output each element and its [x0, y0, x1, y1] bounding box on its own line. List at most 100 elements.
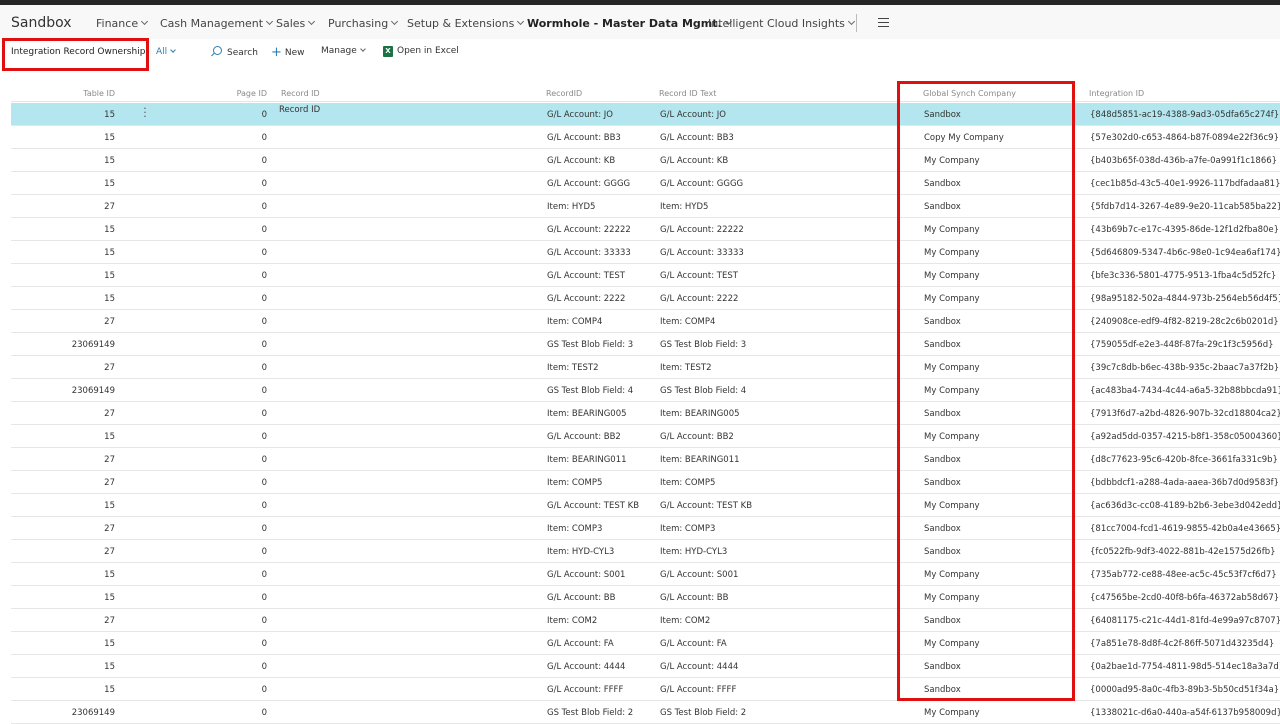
cell-table-id[interactable]: 27: [11, 363, 115, 373]
table-row[interactable]: 27 0 Item: HYD-CYL3 Item: HYD-CYL3 Sandbox {f…: [11, 540, 1280, 563]
column-header-record-id[interactable]: Record ID: [281, 89, 320, 98]
cell-page-id[interactable]: 0: [211, 524, 267, 534]
cell-integration-id[interactable]: {0a2bae1d-7754-4811-98d5-514ec18a3a7d}: [1090, 662, 1280, 672]
cell-recordid[interactable]: GS Test Blob Field: 2: [547, 708, 633, 718]
nav-item-intelligent-cloud-insights[interactable]: Intelligent Cloud Insights: [708, 17, 855, 30]
cell-table-id[interactable]: 15: [11, 156, 115, 166]
table-row[interactable]: 15 0 G/L Account: JO G/L Account: JO Sandbox…: [11, 103, 1280, 126]
cell-integration-id[interactable]: {0000ad95-8a0c-4fb3-89b3-5b50cd51f34a}: [1090, 685, 1279, 695]
cell-integration-id[interactable]: {848d5851-ac19-4388-9ad3-05dfa65c274f}: [1090, 110, 1279, 120]
table-row[interactable]: 15 0 G/L Account: GGGG G/L Account: GGGG San…: [11, 172, 1280, 195]
cell-record-id-text[interactable]: GS Test Blob Field: 2: [660, 708, 746, 718]
cell-recordid[interactable]: Item: HYD-CYL3: [547, 547, 614, 557]
table-row[interactable]: 15 0 G/L Account: BB G/L Account: BB My Comp…: [11, 586, 1280, 609]
cell-record-id-text[interactable]: Item: BEARING011: [660, 455, 740, 465]
cell-table-id[interactable]: 15: [11, 110, 115, 120]
cell-record-id-text[interactable]: G/L Account: FFFF: [660, 685, 736, 695]
cell-table-id[interactable]: 27: [11, 616, 115, 626]
cell-page-id[interactable]: 0: [211, 685, 267, 695]
cell-integration-id[interactable]: {64081175-c21c-44d1-81fd-4e99a97c8707}: [1090, 616, 1280, 626]
cell-integration-id[interactable]: {57e302d0-c653-4864-b87f-0894e22f36c9}: [1090, 133, 1279, 143]
nav-item-wormhole[interactable]: Wormhole - Master Data Mgmt.: [527, 17, 732, 30]
cell-record-id-text[interactable]: G/L Account: TEST: [660, 271, 738, 281]
cell-table-id[interactable]: 27: [11, 202, 115, 212]
cell-record-id-text[interactable]: Item: HYD5: [660, 202, 708, 212]
cell-record-id-text[interactable]: G/L Account: S001: [660, 570, 738, 580]
table-row[interactable]: 27 0 Item: BEARING005 Item: BEARING005 Sandb…: [11, 402, 1280, 425]
cell-integration-id[interactable]: {bdbbdcf1-a288-4ada-aaea-36b7d0d9583f}: [1090, 478, 1279, 488]
cell-table-id[interactable]: 23069149: [11, 708, 115, 718]
cell-integration-id[interactable]: {ac483ba4-7434-4c44-a6a5-32b88bbcda91}: [1090, 386, 1280, 396]
cell-recordid[interactable]: GS Test Blob Field: 4: [547, 386, 633, 396]
cell-record-id-text[interactable]: G/L Account: KB: [660, 156, 728, 166]
cell-record-id-text[interactable]: Item: COMP3: [660, 524, 715, 534]
table-row[interactable]: 27 0 Item: COMP4 Item: COMP4 Sandbox {240908c…: [11, 310, 1280, 333]
column-header-integration-id[interactable]: Integration ID: [1089, 89, 1144, 98]
cell-page-id[interactable]: 0: [211, 179, 267, 189]
cell-page-id[interactable]: 0: [211, 478, 267, 488]
cell-record-id-text[interactable]: G/L Account: 2222: [660, 294, 738, 304]
cell-page-id[interactable]: 0: [211, 708, 267, 718]
selected-record-id[interactable]: Record ID: [279, 105, 320, 115]
cell-record-id-text[interactable]: G/L Account: GGGG: [660, 179, 743, 189]
table-row[interactable]: 27 0 Item: BEARING011 Item: BEARING011 Sandb…: [11, 448, 1280, 471]
table-row[interactable]: 27 0 Item: COMP5 Item: COMP5 Sandbox {bdbbdcf…: [11, 471, 1280, 494]
cell-record-id-text[interactable]: GS Test Blob Field: 3: [660, 340, 746, 350]
cell-recordid[interactable]: Item: HYD5: [547, 202, 595, 212]
cell-recordid[interactable]: Item: COMP4: [547, 317, 602, 327]
cell-integration-id[interactable]: {81cc7004-fcd1-4619-9855-42b0a4e43665}: [1090, 524, 1280, 534]
cell-page-id[interactable]: 0: [211, 133, 267, 143]
cell-recordid[interactable]: G/L Account: JO: [547, 110, 613, 120]
cell-table-id[interactable]: 15: [11, 294, 115, 304]
cell-table-id[interactable]: 23069149: [11, 386, 115, 396]
cell-integration-id[interactable]: {735ab772-ce88-48ee-ac5c-45c53f7cf6d7}: [1090, 570, 1277, 580]
cell-record-id-text[interactable]: G/L Account: 22222: [660, 225, 744, 235]
cell-page-id[interactable]: 0: [211, 110, 267, 120]
filter-dropdown[interactable]: All: [156, 47, 177, 57]
cell-table-id[interactable]: 15: [11, 570, 115, 580]
cell-page-id[interactable]: 0: [211, 593, 267, 603]
cell-record-id-text[interactable]: Item: COMP4: [660, 317, 715, 327]
cell-page-id[interactable]: 0: [211, 570, 267, 580]
cell-page-id[interactable]: 0: [211, 455, 267, 465]
cell-recordid[interactable]: G/L Account: BB2: [547, 432, 621, 442]
table-row[interactable]: 27 0 Item: COM2 Item: COM2 Sandbox {64081175-…: [11, 609, 1280, 632]
cell-recordid[interactable]: G/L Account: FFFF: [547, 685, 623, 695]
cell-recordid[interactable]: Item: BEARING005: [547, 409, 627, 419]
table-row[interactable]: 27 0 Item: HYD5 Item: HYD5 Sandbox {5fdb7d14-…: [11, 195, 1280, 218]
cell-integration-id[interactable]: {759055df-e2e3-448f-87fa-29c1f3c5956d}: [1090, 340, 1274, 350]
cell-table-id[interactable]: 27: [11, 547, 115, 557]
search-button[interactable]: Search: [213, 46, 258, 58]
cell-table-id[interactable]: 27: [11, 478, 115, 488]
cell-table-id[interactable]: 15: [11, 271, 115, 281]
cell-record-id-text[interactable]: Item: COM2: [660, 616, 710, 626]
cell-integration-id[interactable]: {7913f6d7-a2bd-4826-907b-32cd18804ca2}: [1090, 409, 1280, 419]
cell-page-id[interactable]: 0: [211, 547, 267, 557]
cell-page-id[interactable]: 0: [211, 317, 267, 327]
cell-table-id[interactable]: 15: [11, 593, 115, 603]
cell-page-id[interactable]: 0: [211, 363, 267, 373]
cell-integration-id[interactable]: {39c7c8db-b6ec-438b-935c-2baac7a37f2b}: [1090, 363, 1279, 373]
cell-page-id[interactable]: 0: [211, 156, 267, 166]
table-row[interactable]: 23069149 0 GS Test Blob Field: 4 GS Test Bl…: [11, 379, 1280, 402]
cell-integration-id[interactable]: {5d646809-5347-4b6c-98e0-1c94ea6af174}: [1090, 248, 1280, 258]
cell-table-id[interactable]: 27: [11, 409, 115, 419]
table-row[interactable]: 15 0 G/L Account: TEST G/L Account: TEST My …: [11, 264, 1280, 287]
table-row[interactable]: 15 0 G/L Account: 2222 G/L Account: 2222 My …: [11, 287, 1280, 310]
cell-record-id-text[interactable]: Item: BEARING005: [660, 409, 740, 419]
column-header-record-id-text[interactable]: Record ID Text: [659, 89, 716, 98]
table-row[interactable]: 15 0 G/L Account: FFFF G/L Account: FFFF San…: [11, 678, 1280, 701]
cell-recordid[interactable]: G/L Account: S001: [547, 570, 625, 580]
cell-table-id[interactable]: 15: [11, 248, 115, 258]
cell-record-id-text[interactable]: G/L Account: 33333: [660, 248, 744, 258]
cell-recordid[interactable]: GS Test Blob Field: 3: [547, 340, 633, 350]
cell-recordid[interactable]: Item: COM2: [547, 616, 597, 626]
cell-page-id[interactable]: 0: [211, 662, 267, 672]
table-row[interactable]: 23069149 0 GS Test Blob Field: 2 GS Test Bl…: [11, 701, 1280, 724]
cell-integration-id[interactable]: {a92ad5dd-0357-4215-b8f1-358c05004360}: [1090, 432, 1280, 442]
nav-item-finance[interactable]: Finance: [96, 17, 149, 30]
cell-page-id[interactable]: 0: [211, 202, 267, 212]
cell-integration-id[interactable]: {c47565be-2cd0-40f8-b6fa-46372ab58d67}: [1090, 593, 1279, 603]
cell-table-id[interactable]: 27: [11, 455, 115, 465]
row-actions-icon[interactable]: · · ·: [142, 103, 148, 122]
